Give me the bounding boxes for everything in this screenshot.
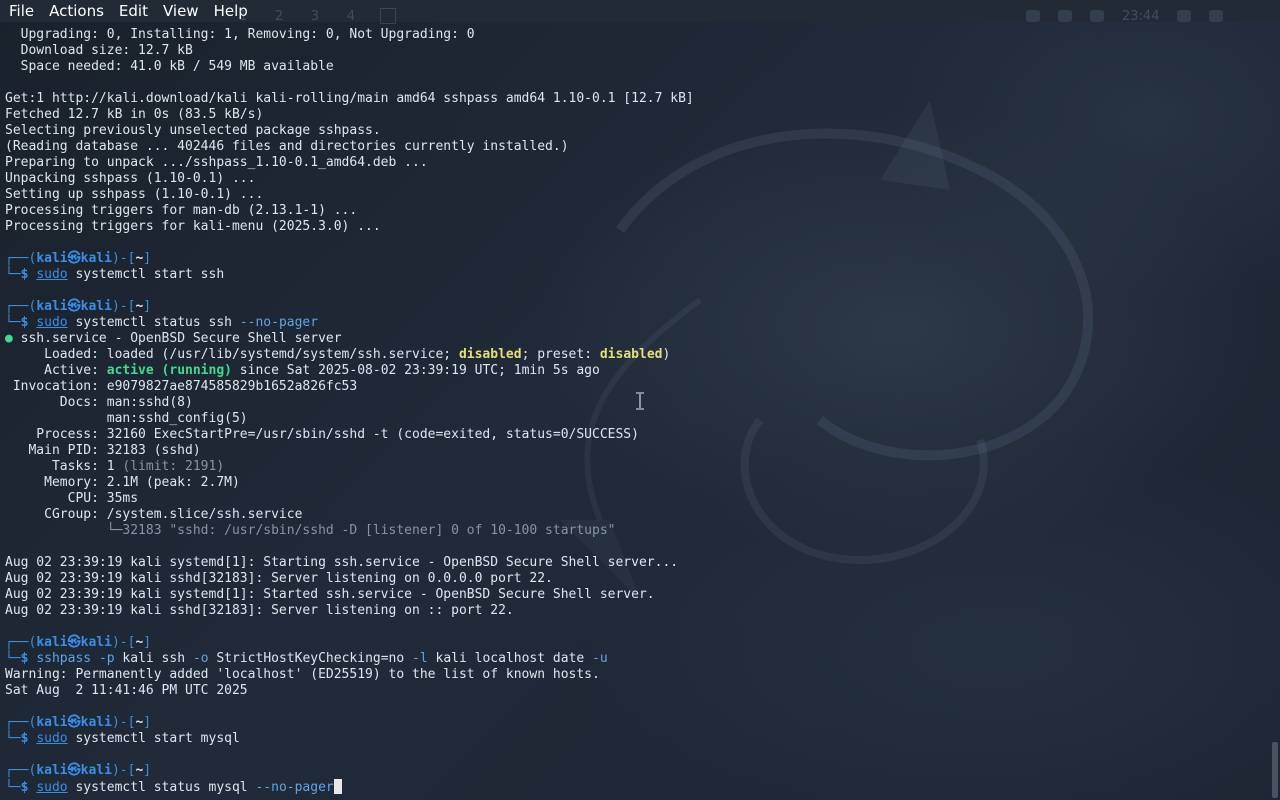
volume-icon <box>1058 10 1072 22</box>
output-line: Processing triggers for man-db (2.13.1-1… <box>5 203 358 218</box>
output-line: Upgrading: 0, Installing: 1, Removing: 0… <box>5 27 475 42</box>
output-line: Warning: Permanently added 'localhost' (… <box>5 667 600 682</box>
command-name: sudo <box>36 731 68 746</box>
output-line: Space needed: 41.0 kB / 549 MB available <box>5 59 334 74</box>
prompt-user: kali <box>36 251 68 266</box>
output-line: Download size: 12.7 kB <box>5 43 193 58</box>
output-line: (Reading database ... 402446 files and d… <box>5 139 569 154</box>
output-line: Processing triggers for kali-menu (2025.… <box>5 219 381 234</box>
terminal-window-icon <box>380 8 396 24</box>
status-cgroup: CGroup: /system.slice/ssh.service <box>5 507 303 522</box>
command-name: sudo <box>36 780 68 795</box>
clock: 23:44 <box>1122 8 1160 24</box>
prompt-top: ┌──(kali㉿kali)-[~] <box>5 715 152 730</box>
status-mainpid: Main PID: 32183 (sshd) <box>5 443 201 458</box>
status-tasks: Tasks: 1 (limit: 2191) <box>5 459 225 474</box>
menu-edit[interactable]: Edit <box>110 0 154 22</box>
ibeam-cursor-icon <box>636 392 644 410</box>
prompt-host: kali <box>80 251 112 266</box>
command-name: sudo <box>36 315 68 330</box>
workspace-3: 3 <box>310 8 320 24</box>
output-line: Selecting previously unselected package … <box>5 123 381 138</box>
command-line: └─$ sudo systemctl start mysql <box>5 731 240 746</box>
status-docs: man:sshd_config(5) <box>5 411 248 426</box>
status-memory: Memory: 2.1M (peak: 2.7M) <box>5 475 240 490</box>
status-running-badge: active (running) <box>106 363 232 378</box>
terminal-scrollbar[interactable] <box>1272 742 1278 798</box>
lock-icon <box>1177 10 1192 22</box>
output-line: Unpacking sshpass (1.10-0.1) ... <box>5 171 256 186</box>
prompt-top: ┌──(kali㉿kali)-[~] <box>5 763 152 778</box>
prompt-top: ┌──(kali㉿kali)-[~] <box>5 251 152 266</box>
screen-icon <box>1026 10 1040 22</box>
journal-line: Aug 02 23:39:19 kali systemd[1]: Startin… <box>5 555 679 570</box>
status-loaded: Loaded: loaded (/usr/lib/systemd/system/… <box>5 347 671 362</box>
notification-bell-icon <box>1090 10 1104 22</box>
status-process: Process: 32160 ExecStartPre=/usr/sbin/ss… <box>5 427 639 442</box>
menu-file[interactable]: File <box>0 0 40 22</box>
prompt-top: ┌──(kali㉿kali)-[~] <box>5 635 152 650</box>
status-bullet-icon: ● <box>5 331 21 346</box>
command-line: └─$ sudo systemctl status ssh --no-pager <box>5 315 319 330</box>
output-line: Get:1 http://kali.download/kali kali-rol… <box>5 91 694 106</box>
status-cpu: CPU: 35ms <box>5 491 139 506</box>
terminal-output[interactable]: Upgrading: 0, Installing: 1, Removing: 0… <box>5 27 1267 797</box>
workspace-switcher-behind: 1 2 3 4 <box>236 6 396 26</box>
journal-line: Aug 02 23:39:19 kali systemd[1]: Started… <box>5 587 655 602</box>
power-icon <box>1209 10 1224 22</box>
prompt-top: ┌──(kali㉿kali)-[~] <box>5 299 152 314</box>
command-name: sshpass <box>36 651 92 666</box>
journal-line: Aug 02 23:39:19 kali sshd[32183]: Server… <box>5 571 553 586</box>
output-line: Setting up sshpass (1.10-0.1) ... <box>5 187 264 202</box>
output-line: Sat Aug 2 11:41:46 PM UTC 2025 <box>5 683 248 698</box>
menu-actions[interactable]: Actions <box>40 0 110 22</box>
journal-line: Aug 02 23:39:19 kali sshd[32183]: Server… <box>5 603 514 618</box>
workspace-2: 2 <box>274 8 284 24</box>
workspace-1: 1 <box>238 8 248 24</box>
output-line: Preparing to unpack .../sshpass_1.10-0.1… <box>5 155 428 170</box>
command-line: └─$ sshpass -p kali ssh -o StrictHostKey… <box>5 651 608 666</box>
current-command-line[interactable]: └─$ sudo systemctl status mysql --no-pag… <box>5 779 1267 795</box>
output-line: Fetched 12.7 kB in 0s (83.5 kB/s) <box>5 107 264 122</box>
status-title: ● ssh.service - OpenBSD Secure Shell ser… <box>5 331 342 346</box>
text-cursor <box>333 779 342 794</box>
command-name: sudo <box>36 267 68 282</box>
workspace-4: 4 <box>346 8 356 24</box>
command-line: └─$ sudo systemctl start ssh <box>5 267 225 282</box>
system-tray-behind: 23:44 <box>1026 6 1224 26</box>
menu-view[interactable]: View <box>154 0 205 22</box>
status-active: Active: active (running) since Sat 2025-… <box>5 363 600 378</box>
status-cgroup-child: └─32183 "sshd: /usr/sbin/sshd -D [listen… <box>5 523 616 538</box>
